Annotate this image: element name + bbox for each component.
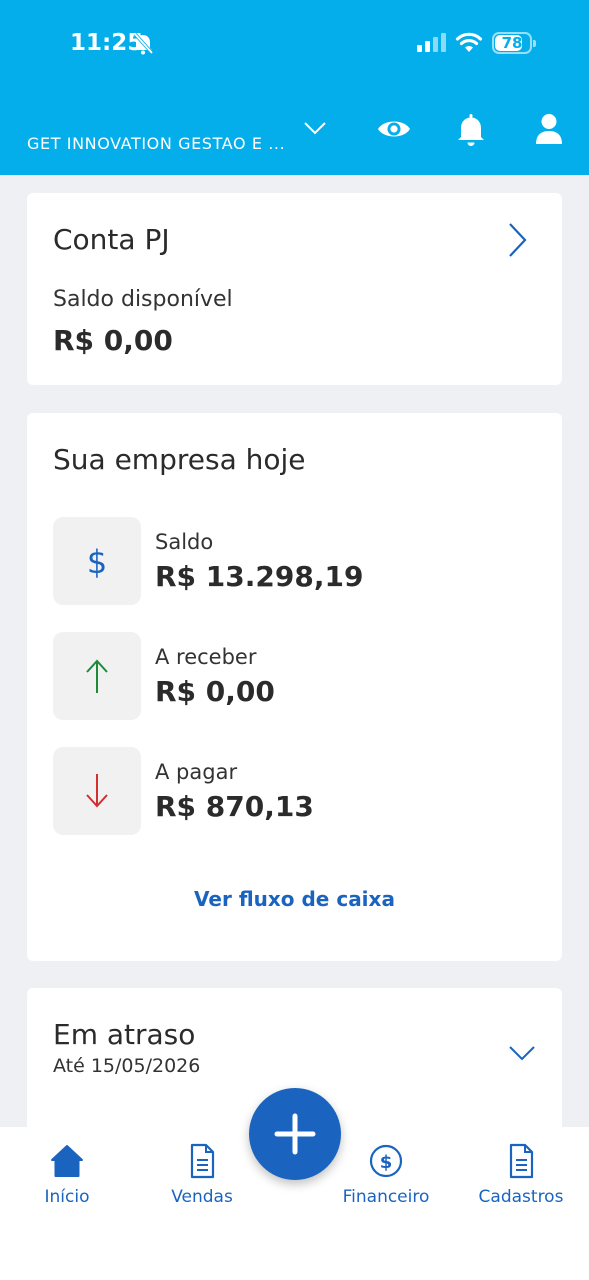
user-icon[interactable]: [533, 112, 565, 150]
eye-icon[interactable]: [376, 112, 412, 150]
empresa-hoje-card: Sua empresa hoje $ Saldo R$ 13.298,19 A …: [27, 413, 562, 961]
nav-financeiro-label: Financeiro: [342, 1187, 430, 1207]
add-button[interactable]: [249, 1088, 341, 1180]
empresa-hoje-title: Sua empresa hoje: [53, 443, 306, 476]
em-atraso-title: Em atraso: [53, 1018, 196, 1051]
saldo-label: Saldo: [155, 530, 214, 554]
em-atraso-date: Até 15/05/2026: [53, 1055, 201, 1077]
home-icon: [51, 1145, 83, 1177]
battery-level: 78: [501, 34, 523, 52]
document-icon: [509, 1143, 534, 1179]
saldo-value: R$ 13.298,19: [155, 560, 364, 593]
chevron-down-icon[interactable]: [508, 1044, 536, 1066]
nav-vendas-label: Vendas: [171, 1187, 233, 1207]
chevron-down-icon[interactable]: [303, 120, 327, 140]
conta-pj-title: Conta PJ: [53, 223, 170, 256]
nav-cadastros[interactable]: Cadastros: [466, 1143, 576, 1207]
plus-icon: [274, 1113, 316, 1155]
a-pagar-value: R$ 870,13: [155, 790, 314, 823]
ver-fluxo-link[interactable]: Ver fluxo de caixa: [27, 887, 562, 911]
document-icon: [190, 1143, 215, 1179]
a-pagar-icon-box: [53, 747, 141, 835]
battery-tip: [533, 40, 536, 47]
saldo-icon-box: $: [53, 517, 141, 605]
saldo-disponivel-value: R$ 0,00: [53, 324, 173, 357]
bell-muted-icon: [132, 31, 154, 59]
nav-financeiro[interactable]: $ Financeiro: [331, 1143, 441, 1207]
nav-inicio-label: Início: [44, 1187, 90, 1207]
a-receber-label: A receber: [155, 645, 257, 669]
bell-icon[interactable]: [455, 112, 487, 152]
company-selector[interactable]: GET INNOVATION GESTAO E ...: [27, 134, 285, 153]
a-receber-icon-box: [53, 632, 141, 720]
arrow-up-icon: [86, 659, 108, 693]
arrow-down-icon: [86, 774, 108, 808]
saldo-disponivel-label: Saldo disponível: [53, 287, 233, 312]
chevron-right-icon[interactable]: [506, 221, 528, 263]
battery-icon: 78: [492, 32, 536, 54]
a-receber-value: R$ 0,00: [155, 675, 275, 708]
wifi-icon: [455, 31, 483, 57]
app-header: 11:25 78 GET INNOVATION GESTAO E ...: [0, 0, 589, 175]
nav-inicio[interactable]: Início: [12, 1143, 122, 1207]
dollar-circle-icon: $: [369, 1144, 403, 1178]
a-pagar-label: A pagar: [155, 760, 238, 784]
svg-text:$: $: [87, 543, 107, 581]
nav-cadastros-label: Cadastros: [478, 1187, 564, 1207]
conta-pj-card[interactable]: Conta PJ Saldo disponível R$ 0,00: [27, 193, 562, 385]
svg-text:$: $: [380, 1152, 393, 1173]
dollar-icon: $: [87, 543, 107, 581]
cellular-signal-icon: [417, 33, 449, 57]
nav-vendas[interactable]: Vendas: [147, 1143, 257, 1207]
